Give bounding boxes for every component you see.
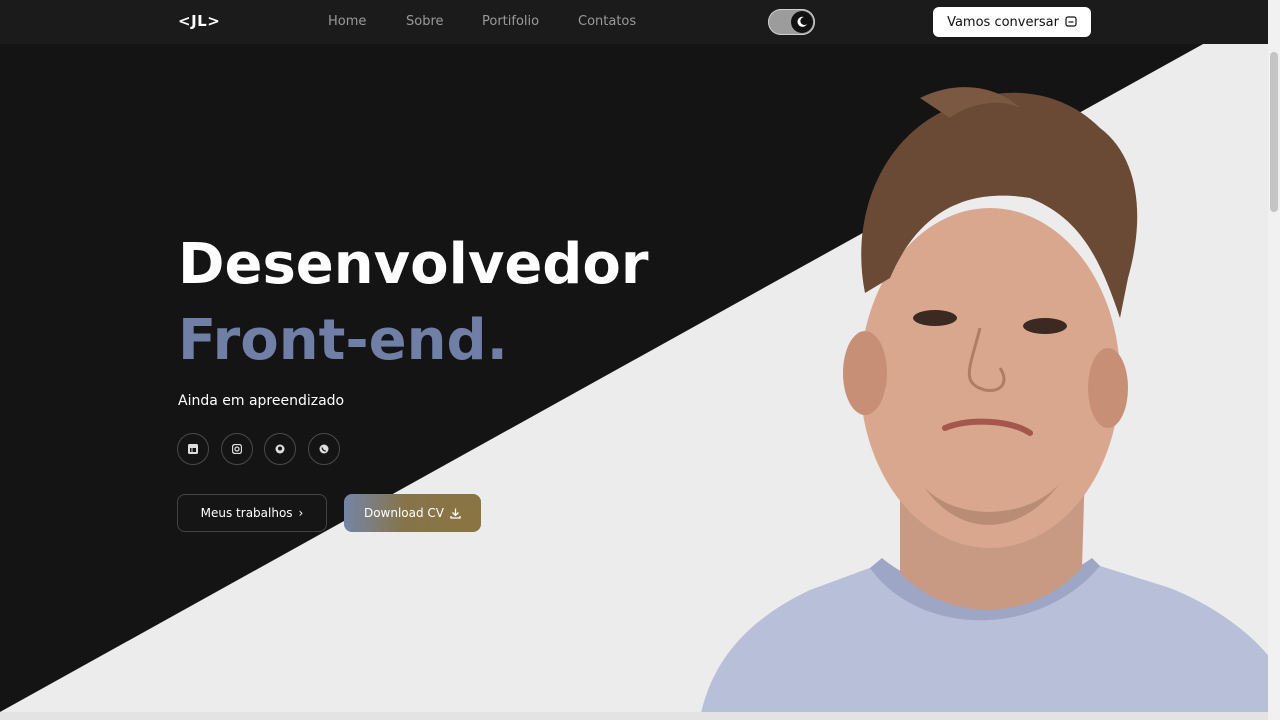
chat-icon <box>1065 16 1077 27</box>
cta-label: Vamos conversar <box>947 14 1059 30</box>
moon-icon <box>797 16 807 27</box>
instagram-button[interactable] <box>221 433 253 465</box>
download-icon <box>450 508 461 519</box>
github-button[interactable] <box>264 433 296 465</box>
download-cv-label: Download CV <box>363 506 445 520</box>
download-cv-button[interactable]: Download CV <box>344 494 481 532</box>
site-logo[interactable]: <JL> <box>178 12 220 30</box>
my-works-button[interactable]: Meus trabalhos › <box>177 494 327 532</box>
nav-link-home[interactable]: Home <box>328 14 366 29</box>
hero-title-line1: Desenvolvedor <box>178 232 649 297</box>
scrollbar-thumb[interactable] <box>1270 52 1278 212</box>
instagram-icon <box>232 444 242 454</box>
profile-photo <box>700 87 1270 718</box>
theme-toggle[interactable] <box>768 9 815 35</box>
theme-knob <box>791 11 813 33</box>
top-navbar: <JL> Home Sobre Portifolio Contatos Vamo… <box>0 0 1268 44</box>
linkedin-icon <box>188 444 198 454</box>
contact-cta-button[interactable]: Vamos conversar <box>933 7 1091 37</box>
horizontal-scrollbar[interactable] <box>0 712 1268 720</box>
chevron-right-icon: › <box>298 506 304 520</box>
nav-link-contatos[interactable]: Contatos <box>578 14 636 29</box>
nav-link-portifolio[interactable]: Portifolio <box>482 14 539 29</box>
vertical-scrollbar[interactable] <box>1268 0 1280 720</box>
nav-link-sobre[interactable]: Sobre <box>406 14 444 29</box>
linkedin-button[interactable] <box>177 433 209 465</box>
whatsapp-icon <box>319 444 329 454</box>
my-works-label: Meus trabalhos <box>200 506 293 520</box>
github-icon <box>275 444 285 454</box>
whatsapp-button[interactable] <box>308 433 340 465</box>
hero-title-line2: Front-end. <box>178 308 508 373</box>
hero-subtitle: Ainda em apreendizado <box>178 393 345 409</box>
